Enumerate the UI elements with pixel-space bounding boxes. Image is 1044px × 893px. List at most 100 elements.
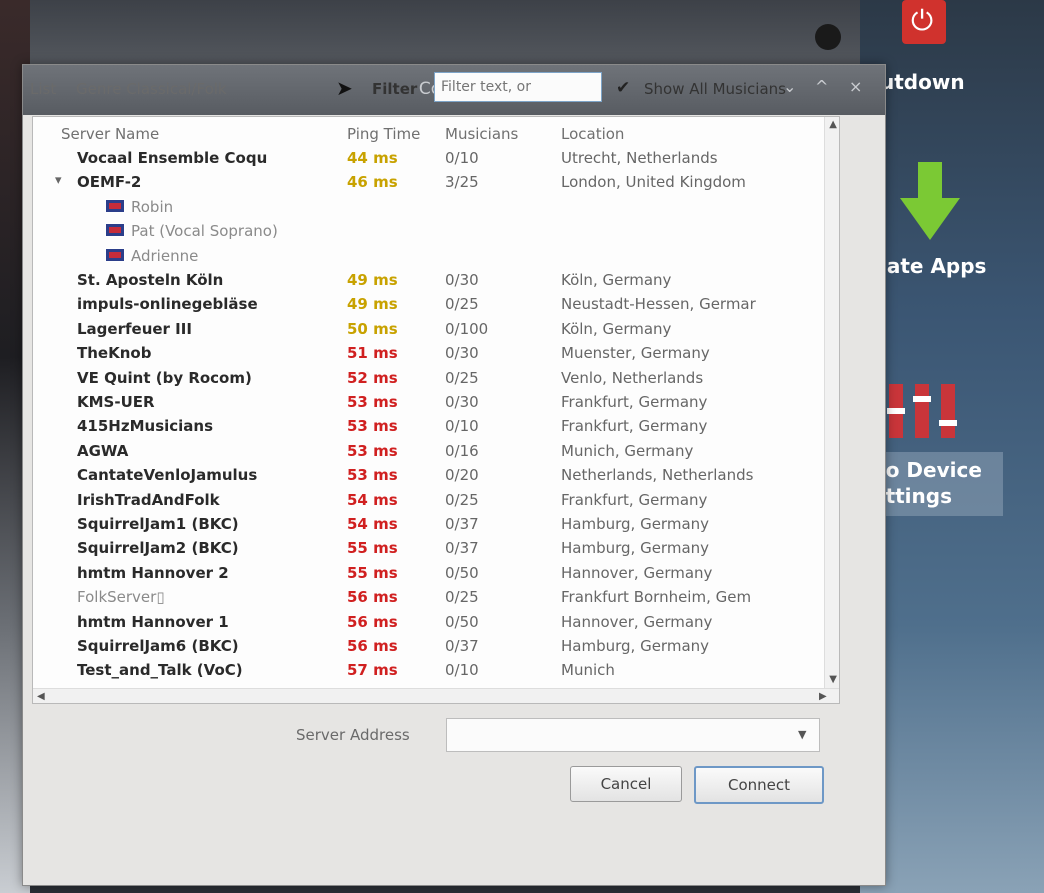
ping-time-cell: 49 ms [347, 271, 398, 289]
musician-entry: Pat (Vocal Soprano) [105, 222, 278, 240]
table-row[interactable]: SquirrelJam2 (BKC) 55 ms 0/37 Hamburg, Germ… [33, 537, 839, 561]
ping-time-cell: 46 ms [347, 173, 398, 192]
musicians-cell: 0/37 [445, 637, 479, 655]
server-name-cell: SquirrelJam1 (BKC) [77, 515, 239, 533]
table-row[interactable]: impuls-onlinegebläse 49 ms 0/25 Neustadt-He… [33, 293, 839, 317]
location-cell: Hannover, Germany [561, 563, 713, 582]
musicians-cell: 0/50 [445, 612, 479, 631]
list-dropdown[interactable]: Genre Classical/Folk [76, 80, 227, 98]
table-row[interactable]: 415HzMusicians 53 ms 0/10 Frankfurt, German… [33, 415, 839, 439]
mouse-cursor-icon: ➤ [336, 76, 353, 100]
table-row[interactable]: IrishTradAndFolk 54 ms 0/25 Frankfurt, Germ… [33, 489, 839, 513]
location-cell: Frankfurt, Germany [561, 417, 708, 436]
header-server-name[interactable]: Server Name [61, 125, 159, 143]
musicians-cell: 0/10 [445, 149, 479, 167]
table-row[interactable]: SquirrelJam1 (BKC) 54 ms 0/37 Hamburg, Germ… [33, 513, 839, 537]
table-row[interactable]: KMS-UER 53 ms 0/30 Frankfurt, Germany [33, 391, 839, 415]
scroll-up-arrow-icon[interactable]: ▲ [829, 119, 837, 130]
location-cell: Munich, Germany [561, 441, 694, 460]
horizontal-scrollbar[interactable]: ◀ ▶ [33, 688, 839, 703]
musicians-cell: 0/10 [445, 417, 479, 436]
close-button[interactable]: × [849, 77, 862, 96]
expand-arrow-icon[interactable]: ▾ [55, 173, 62, 188]
table-row[interactable]: Test_and_Talk (VoC) 57 ms 0/10 Munich [33, 659, 839, 683]
ping-time-cell: 56 ms [347, 637, 398, 655]
table-row[interactable]: CantateVenloJamulus 53 ms 0/20 Netherlands,… [33, 464, 839, 488]
ping-time-cell: 44 ms [347, 149, 398, 167]
list-label: List [30, 80, 57, 98]
table-row[interactable]: ▾ OEMF-2 46 ms 3/25 London, United Kingdom [33, 171, 839, 195]
checkmark-icon[interactable]: ✔ [616, 78, 630, 98]
table-row[interactable]: TheKnob 51 ms 0/30 Muenster, Germany [33, 342, 839, 366]
musicians-cell: 0/25 [445, 368, 479, 387]
table-row[interactable]: hmtm Hannover 2 55 ms 0/50 Hannover, German… [33, 562, 839, 586]
table-row[interactable]: VE Quint (by Rocom) 52 ms 0/25 Venlo, Nethe… [33, 367, 839, 391]
server-name-cell: FolkServer▯ [77, 588, 165, 607]
shutdown-label[interactable]: utdown [880, 70, 965, 94]
scroll-right-arrow-icon[interactable]: ▶ [819, 691, 827, 702]
webcam-dot [815, 24, 841, 50]
table-row[interactable]: St. Aposteln Köln 49 ms 0/30 Köln, Germany [33, 269, 839, 293]
location-cell: Utrecht, Netherlands [561, 149, 718, 167]
ping-time-cell: 50 ms [347, 319, 398, 338]
musicians-cell: 0/25 [445, 295, 479, 314]
scroll-down-arrow-icon[interactable]: ▼ [829, 674, 837, 685]
musicians-cell: 0/50 [445, 563, 479, 582]
table-row[interactable]: FolkServer▯ 56 ms 0/25 Frankfurt Bornheim, … [33, 586, 839, 610]
show-all-musicians-checkbox[interactable]: Show All Musicians [644, 80, 786, 98]
header-ping-time[interactable]: Ping Time [347, 125, 420, 143]
header-location[interactable]: Location [561, 125, 624, 143]
location-cell: Venlo, Netherlands [561, 368, 704, 387]
location-cell: London, United Kingdom [561, 173, 746, 192]
server-name-cell: SquirrelJam2 (BKC) [77, 539, 239, 558]
musician-name: Pat (Vocal Soprano) [131, 222, 278, 241]
table-row[interactable]: SquirrelJam6 (BKC) 56 ms 0/37 Hamburg, Germ… [33, 635, 839, 659]
table-row[interactable]: AGWA 53 ms 0/16 Munich, Germany [33, 440, 839, 464]
server-name-cell: SquirrelJam6 (BKC) [77, 637, 239, 655]
server-name-cell: St. Aposteln Köln [77, 271, 224, 289]
shutdown-icon[interactable] [902, 0, 946, 44]
update-apps-label[interactable]: late Apps [880, 254, 986, 278]
table-row[interactable]: hmtm Hannover 1 56 ms 0/50 Hannover, German… [33, 611, 839, 635]
ping-time-cell: 53 ms [347, 393, 398, 411]
connect-button[interactable]: Connect [694, 766, 824, 804]
address-dropdown-arrow-icon[interactable]: ▼ [798, 728, 806, 741]
maximize-button[interactable]: ^ [815, 77, 828, 96]
ping-time-cell: 52 ms [347, 368, 398, 387]
ping-time-cell: 57 ms [347, 661, 398, 680]
table-row[interactable]: Lagerfeuer III 50 ms 0/100 Köln, Germany [33, 318, 839, 342]
server-name-cell: OEMF-2 [77, 173, 142, 192]
server-name-cell: Vocaal Ensemble Coqu [77, 149, 268, 167]
uk-flag-icon [105, 223, 125, 238]
header-musicians[interactable]: Musicians [445, 125, 518, 143]
table-row[interactable]: Vocaal Ensemble Coqu 44 ms 0/10 Utrecht, Ne… [33, 147, 839, 171]
server-name-cell: impuls-onlinegebläse [77, 295, 258, 314]
musicians-cell: 0/16 [445, 441, 479, 460]
musician-row: Adrienne [33, 245, 839, 269]
audio-mixer-icon[interactable] [885, 378, 961, 442]
ping-time-cell: 49 ms [347, 295, 398, 314]
server-name-cell: KMS-UER [77, 393, 155, 411]
server-list-table[interactable]: Server Name Ping Time Musicians Location… [32, 116, 840, 704]
cancel-button[interactable]: Cancel [570, 766, 682, 802]
musicians-cell: 0/25 [445, 490, 479, 509]
ping-time-cell: 51 ms [347, 344, 398, 363]
location-cell: Neustadt-Hessen, Germar [561, 295, 756, 314]
audio-device-label[interactable]: lio Device [872, 458, 982, 482]
server-name-cell: CantateVenloJamulus [77, 466, 258, 485]
location-cell: Frankfurt, Germany [561, 393, 708, 411]
filter-label: Filter [372, 80, 418, 98]
server-name-cell: Test_and_Talk (VoC) [77, 661, 243, 680]
scroll-left-arrow-icon[interactable]: ◀ [37, 691, 45, 702]
musicians-cell: 3/25 [445, 173, 479, 192]
server-address-label: Server Address [296, 726, 410, 744]
musicians-cell: 0/37 [445, 539, 479, 558]
desktop-panel [860, 0, 1044, 893]
filter-input[interactable] [434, 72, 602, 102]
server-address-input[interactable] [446, 718, 820, 752]
download-arrow-icon[interactable] [900, 162, 960, 242]
musician-entry: Adrienne [105, 247, 198, 265]
vertical-scrollbar[interactable]: ▲ ▼ [824, 117, 839, 703]
musicians-cell: 0/37 [445, 515, 479, 533]
musicians-cell: 0/30 [445, 344, 479, 363]
